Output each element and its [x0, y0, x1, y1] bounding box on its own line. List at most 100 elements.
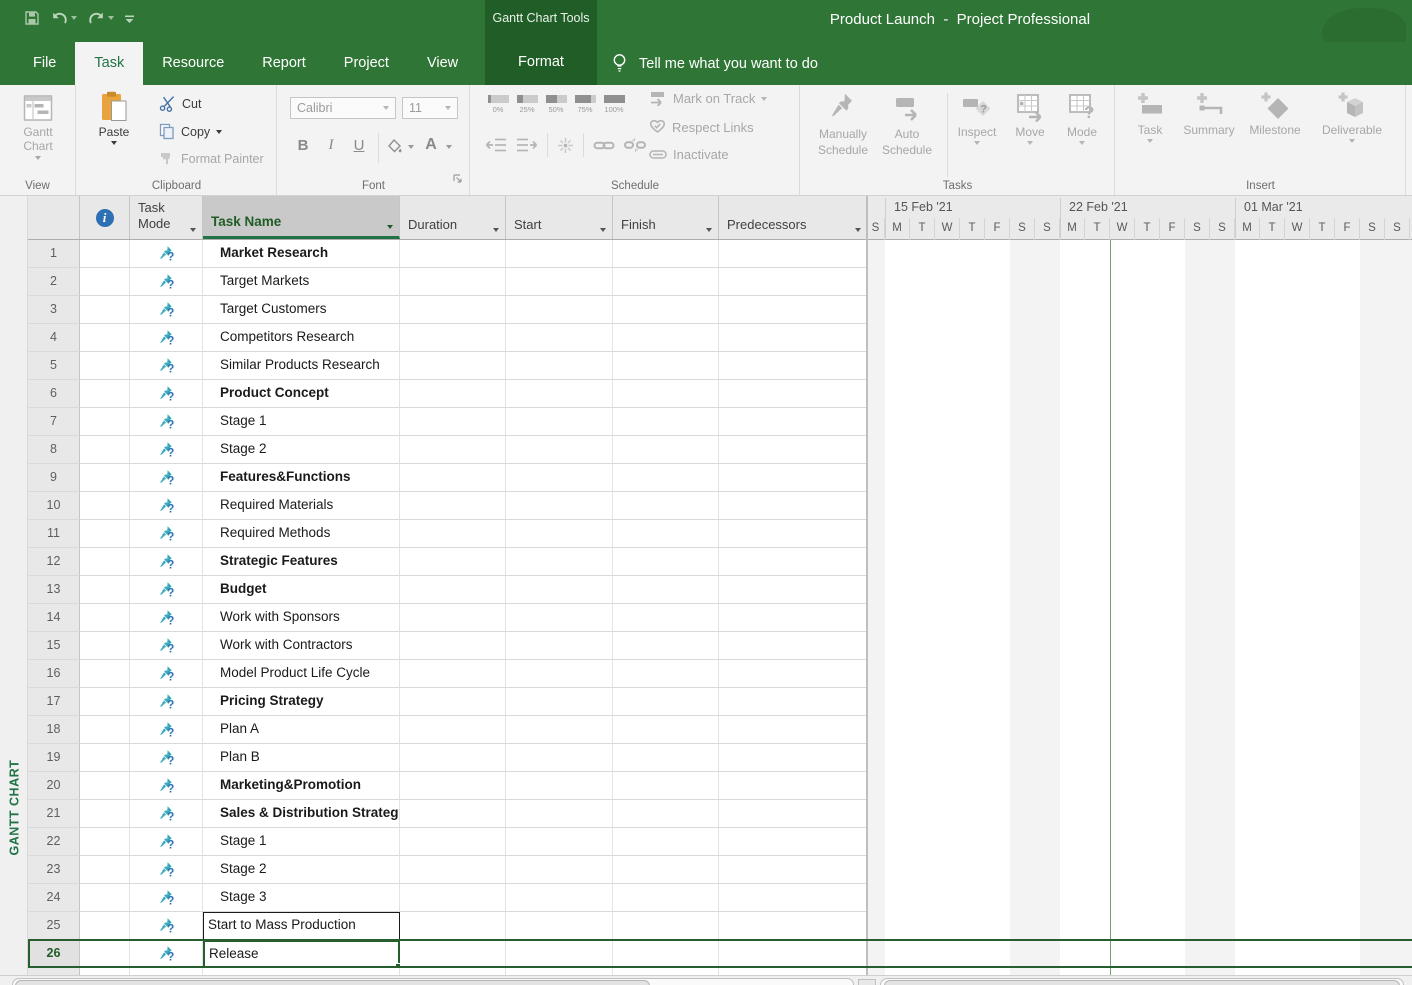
task-name-cell[interactable]: Marketing&Promotion — [203, 772, 400, 800]
gantt-chart-view-button[interactable]: Gantt Chart — [8, 93, 68, 160]
task-name-cell[interactable]: Similar Products Research — [203, 352, 400, 380]
row-number[interactable]: 15 — [28, 632, 80, 660]
link-tasks-icon[interactable] — [593, 139, 615, 152]
row-info-cell[interactable] — [80, 604, 130, 632]
task-mode-cell[interactable]: ? — [130, 828, 203, 856]
row-info-cell[interactable] — [80, 744, 130, 772]
gantt-hscrollbar-thumb[interactable] — [884, 980, 1400, 985]
finish-filter-icon[interactable] — [706, 228, 712, 232]
percent-0-button[interactable]: 0% — [485, 95, 511, 114]
start-cell[interactable] — [506, 408, 613, 436]
duration-cell[interactable] — [400, 800, 506, 828]
split-task-icon[interactable] — [557, 137, 574, 154]
finish-cell[interactable] — [613, 716, 719, 744]
predecessors-cell[interactable] — [719, 716, 867, 744]
task-mode-cell[interactable]: ? — [130, 352, 203, 380]
finish-cell[interactable] — [613, 268, 719, 296]
customize-quick-access-icon[interactable] — [124, 12, 135, 25]
row-info-cell[interactable] — [80, 380, 130, 408]
duration-cell[interactable] — [400, 660, 506, 688]
task-mode-cell[interactable]: ? — [130, 856, 203, 884]
task-name-cell[interactable]: Product Concept — [203, 380, 400, 408]
row-number[interactable]: 4 — [28, 324, 80, 352]
finish-cell[interactable] — [613, 660, 719, 688]
row-info-cell[interactable] — [80, 408, 130, 436]
task-name-cell[interactable]: Sales & Distribution Strategy — [203, 800, 400, 828]
header-predecessors[interactable]: Predecessors — [719, 196, 867, 239]
row-number[interactable]: 10 — [28, 492, 80, 520]
move-task-button[interactable]: Move — [1005, 91, 1055, 145]
task-mode-cell[interactable]: ? — [130, 604, 203, 632]
row-info-cell[interactable] — [80, 352, 130, 380]
percent-25-button[interactable]: 25% — [514, 95, 540, 114]
predecessors-cell[interactable] — [719, 800, 867, 828]
finish-cell[interactable] — [613, 632, 719, 660]
finish-cell[interactable] — [613, 436, 719, 464]
start-cell[interactable] — [506, 772, 613, 800]
predecessors-cell[interactable] — [719, 436, 867, 464]
duration-cell[interactable] — [400, 492, 506, 520]
task-name-cell[interactable]: Features&Functions — [203, 464, 400, 492]
task-name-cell[interactable]: Model Product Life Cycle — [203, 660, 400, 688]
finish-cell[interactable] — [613, 492, 719, 520]
task-name-cell[interactable]: Stage 1 — [203, 408, 400, 436]
row-info-cell[interactable] — [80, 520, 130, 548]
auto-schedule-button[interactable]: Auto Schedule — [875, 91, 939, 158]
underline-button[interactable]: U — [348, 137, 370, 154]
finish-cell[interactable] — [613, 912, 719, 940]
finish-cell[interactable] — [613, 772, 719, 800]
finish-cell[interactable] — [613, 548, 719, 576]
tab-resource[interactable]: Resource — [143, 42, 243, 85]
row-info-cell[interactable] — [80, 548, 130, 576]
pane-splitter[interactable] — [866, 196, 868, 975]
row-info-cell[interactable] — [80, 296, 130, 324]
italic-button[interactable]: I — [320, 137, 342, 154]
start-cell[interactable] — [506, 436, 613, 464]
row-info-cell[interactable] — [80, 716, 130, 744]
finish-cell[interactable] — [613, 856, 719, 884]
finish-cell[interactable] — [613, 884, 719, 912]
task-mode-cell[interactable]: ? — [130, 632, 203, 660]
duration-cell[interactable] — [400, 884, 506, 912]
row-number[interactable]: 8 — [28, 436, 80, 464]
finish-cell[interactable] — [613, 520, 719, 548]
tell-me-box[interactable]: Tell me what you want to do — [612, 42, 818, 85]
row-number[interactable]: 21 — [28, 800, 80, 828]
row-number[interactable]: 7 — [28, 408, 80, 436]
header-info[interactable]: i — [80, 196, 130, 239]
undo-icon[interactable] — [50, 10, 77, 26]
task-mode-cell[interactable]: ? — [130, 772, 203, 800]
indent-task-icon[interactable] — [516, 137, 538, 153]
predecessors-filter-icon[interactable] — [855, 228, 861, 232]
row-number[interactable]: 11 — [28, 520, 80, 548]
insert-task-button[interactable]: Task — [1126, 91, 1174, 143]
predecessors-cell[interactable] — [719, 548, 867, 576]
finish-cell[interactable] — [613, 380, 719, 408]
start-cell[interactable] — [506, 660, 613, 688]
start-cell[interactable] — [506, 912, 613, 940]
row-number[interactable]: 6 — [28, 380, 80, 408]
predecessors-cell[interactable] — [719, 828, 867, 856]
redo-icon[interactable] — [87, 10, 114, 26]
task-name-cell[interactable]: Market Research — [203, 240, 400, 268]
outdent-task-icon[interactable] — [485, 137, 507, 153]
duration-cell[interactable] — [400, 268, 506, 296]
row-info-cell[interactable] — [80, 576, 130, 604]
percent-75-button[interactable]: 75% — [572, 95, 598, 114]
bold-button[interactable]: B — [292, 137, 314, 154]
predecessors-cell[interactable] — [719, 688, 867, 716]
task-name-cell[interactable]: Work with Sponsors — [203, 604, 400, 632]
row-number[interactable]: 23 — [28, 856, 80, 884]
row-info-cell[interactable] — [80, 856, 130, 884]
row-number[interactable]: 13 — [28, 576, 80, 604]
predecessors-cell[interactable] — [719, 856, 867, 884]
row-number[interactable]: 1 — [28, 240, 80, 268]
save-icon[interactable] — [24, 10, 40, 26]
duration-cell[interactable] — [400, 688, 506, 716]
start-cell[interactable] — [506, 520, 613, 548]
table-hscrollbar-thumb[interactable] — [15, 980, 650, 985]
predecessors-cell[interactable] — [719, 296, 867, 324]
task-name-cell[interactable]: Release — [203, 940, 400, 968]
insert-deliverable-button[interactable]: Deliverable — [1312, 91, 1392, 143]
start-cell[interactable] — [506, 884, 613, 912]
